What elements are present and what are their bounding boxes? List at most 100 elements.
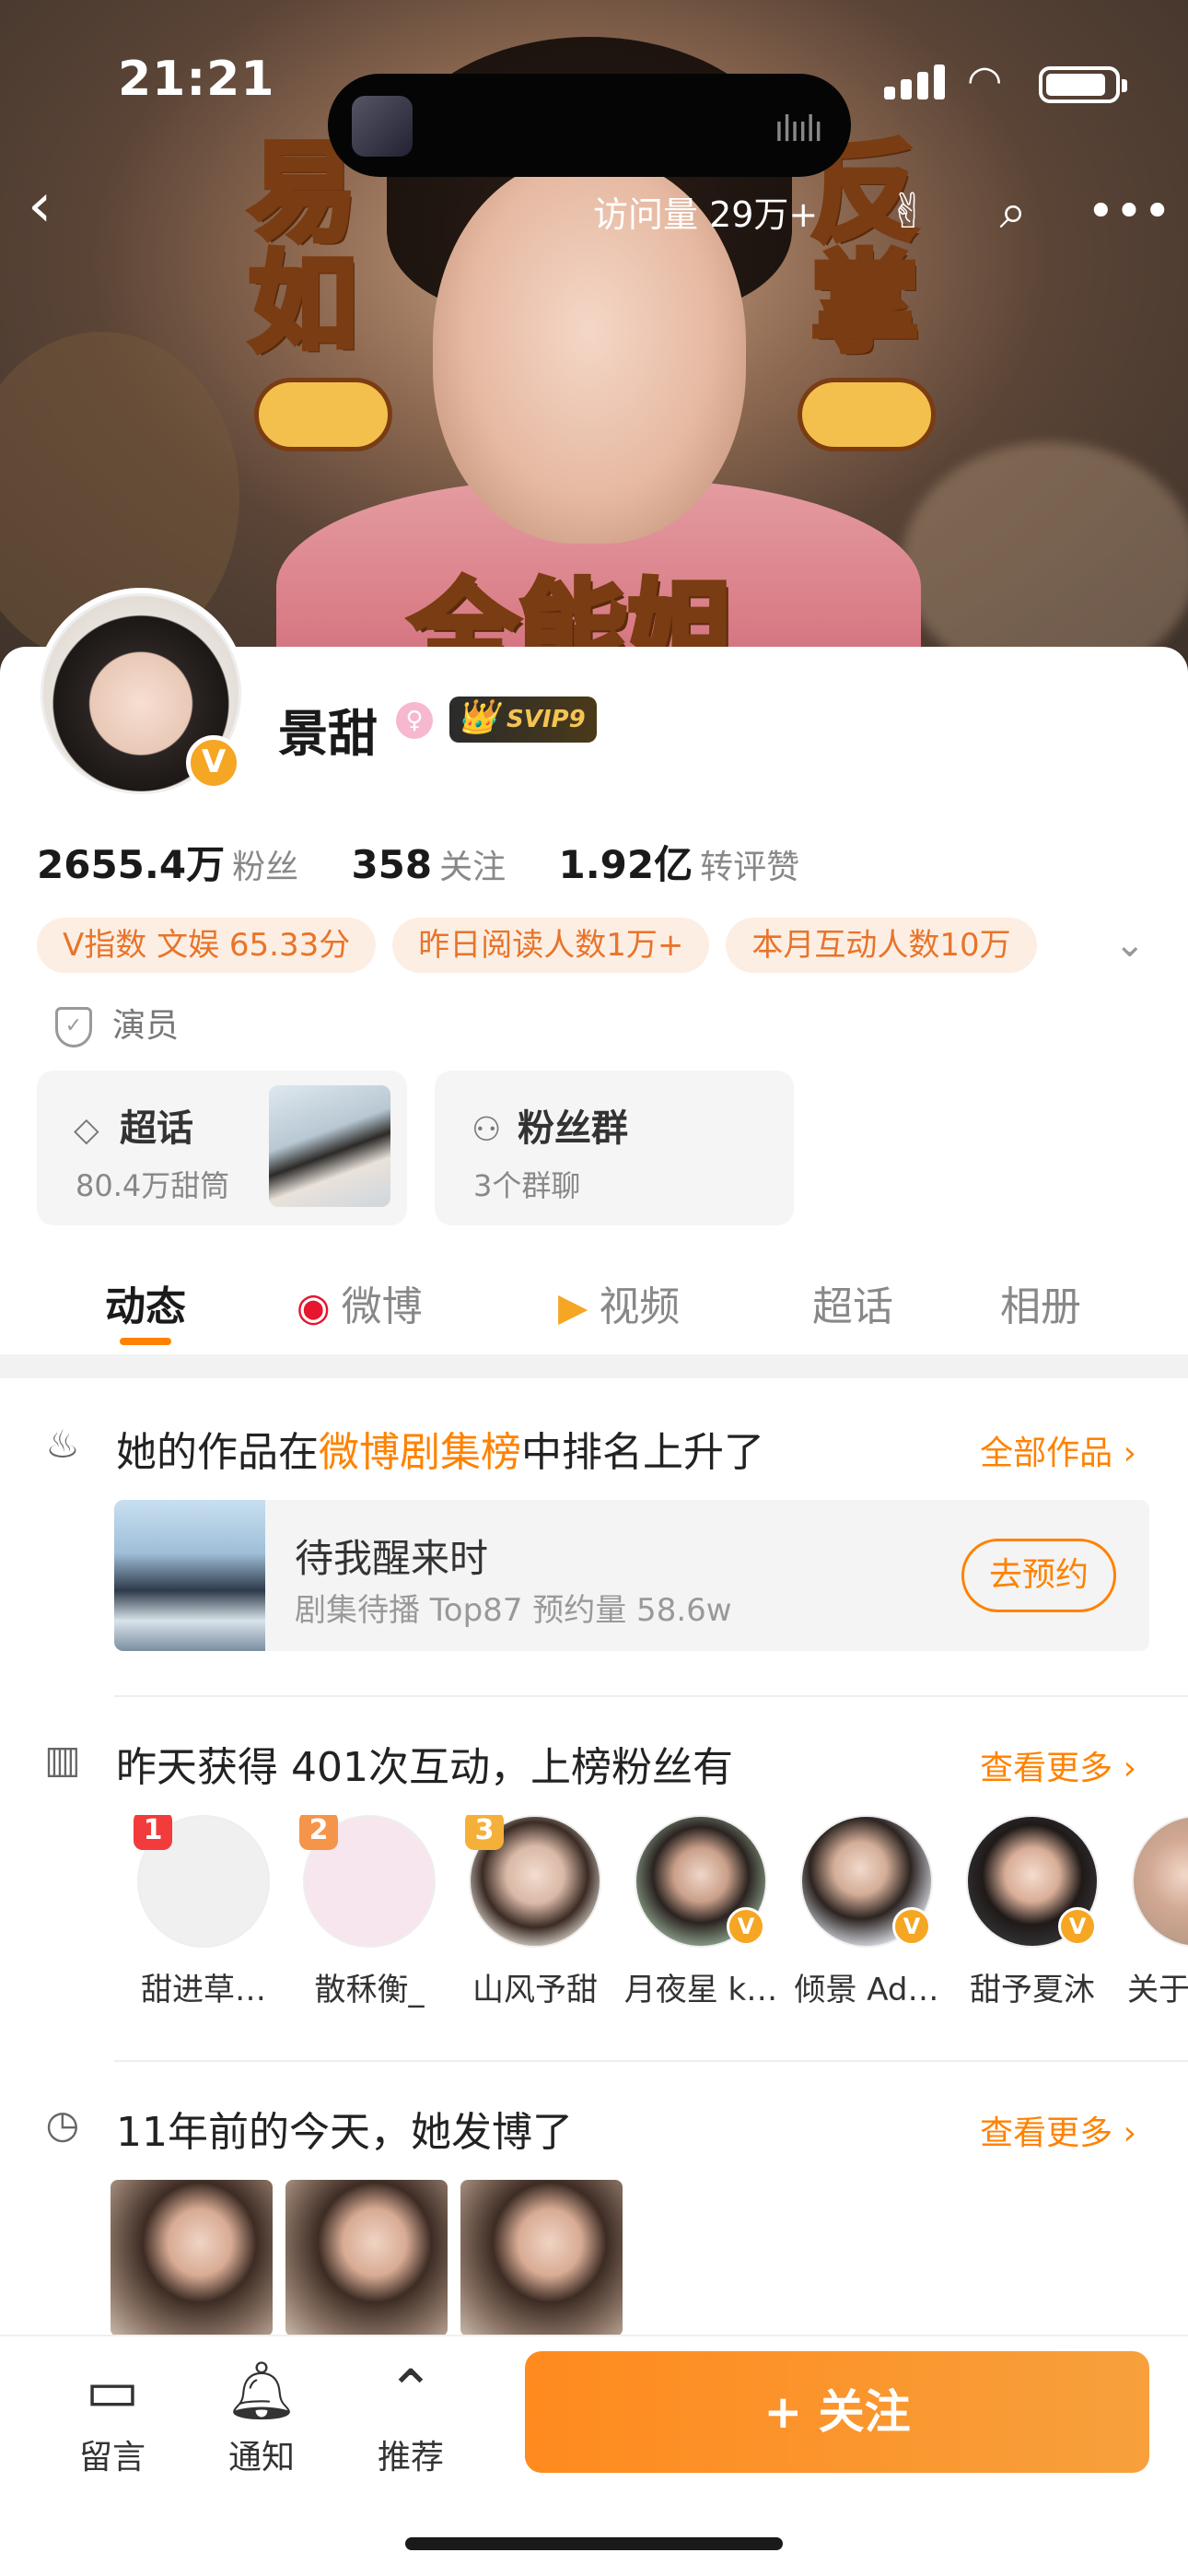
section-separator [0, 1354, 1188, 1378]
fan-item[interactable]: 2 散秝衡_ [291, 1815, 448, 2009]
back-chevron-icon[interactable]: ‹ [28, 175, 92, 240]
all-works-link[interactable]: 全部作品 › [980, 1426, 1136, 1474]
fan-item[interactable]: 1 甜进草… [125, 1815, 282, 2009]
home-indicator [405, 2537, 783, 2550]
recommend-label: 推荐 [377, 2439, 444, 2476]
cellular-signal-icon [884, 64, 950, 100]
tab-label: 动态 [105, 1283, 186, 1330]
tab-label: 超话 [812, 1283, 893, 1330]
identity-label: 演员 [112, 1007, 180, 1045]
more-icon[interactable]: ••• [1087, 179, 1171, 245]
fan-name: 山风予甜 [472, 1972, 598, 2008]
fan-avatar: 2 [299, 1815, 436, 1948]
audio-wave-icon: ılıılı [774, 109, 823, 149]
fan-avatar: V [800, 1815, 933, 1948]
fangroup-card[interactable]: ⚇ 粉丝群 3个群聊 [435, 1071, 794, 1225]
search-icon[interactable]: ⌕ [980, 179, 1046, 245]
memory-section-title: 11年前的今天，她发博了 [116, 2109, 573, 2156]
notify-button[interactable]: 🔔︎ 通知 [206, 2355, 317, 2478]
dynamic-island[interactable]: ılıılı [328, 74, 851, 177]
profile-stats: 2655.4万 粉丝 358 关注 1.92亿 转评赞 [37, 834, 840, 890]
message-button[interactable]: ▭ 留言 [57, 2355, 168, 2478]
follow-button[interactable]: + 关注 [525, 2351, 1149, 2473]
supertopic-card[interactable]: ◇ 超话 80.4万甜筒 [37, 1071, 407, 1225]
rank-badge: 1 [134, 1815, 172, 1850]
followers-stat[interactable]: 2655.4万 粉丝 [37, 834, 298, 890]
banner-background-shape [903, 442, 1188, 682]
weibo-icon: ◉ [297, 1284, 331, 1329]
reads-tag[interactable]: 昨日阅读人数1万+ [392, 918, 710, 973]
stat-value: 1.92亿 [558, 842, 693, 887]
svip-badge[interactable]: SVIP9 [449, 695, 597, 743]
profile-tags: V指数 文娱 65.33分 昨日阅读人数1万+ 本月互动人数10万 [37, 918, 1054, 973]
fan-item[interactable]: V 倾景 Ad… [788, 1815, 945, 2009]
supertopic-title-text: 超话 [120, 1107, 193, 1150]
tab-label: 相册 [1000, 1283, 1081, 1330]
fan-avatar: 3 [465, 1815, 601, 1948]
status-bar: 21:21 ılıılı ◠ [0, 46, 1188, 177]
wifi-icon: ◠ [967, 57, 1003, 104]
fan-avatar: V [966, 1815, 1099, 1948]
fan-name: 倾景 Ad… [794, 1972, 939, 2008]
now-playing-thumbnail [352, 96, 413, 157]
fan-avatar [1132, 1815, 1188, 1948]
drama-title: 待我醒来时 [295, 1536, 489, 1581]
fangroup-title-text: 粉丝群 [518, 1107, 628, 1150]
bell-plus-icon: 🔔︎ [225, 2357, 298, 2424]
group-icon: ⚇ [472, 1111, 502, 1149]
fist-emoji-icon [798, 378, 936, 451]
stat-label: 关注 [439, 849, 507, 886]
video-icon: ▶ [558, 1284, 588, 1329]
memory-more-link[interactable]: 查看更多 › [980, 2106, 1136, 2154]
tab-weibo[interactable]: ◉ 微博 [297, 1273, 423, 1332]
active-tab-indicator [120, 1338, 171, 1345]
rank-badge: 3 [465, 1815, 504, 1850]
drama-poster [114, 1500, 265, 1651]
fire-icon: ♨ [45, 1422, 80, 1467]
clock-icon: ◷ [45, 2102, 80, 2147]
interaction-section-title: 昨天获得 401次互动，上榜粉丝有 [116, 1744, 733, 1791]
likes-stat[interactable]: 1.92亿 转评赞 [559, 834, 800, 890]
memory-photo[interactable] [111, 2180, 273, 2336]
verified-v-icon: V [1058, 1907, 1097, 1946]
cheer-hands-icon[interactable]: ✌ [875, 179, 941, 245]
memory-photo[interactable] [460, 2180, 623, 2336]
tab-video[interactable]: ▶ 视频 [558, 1273, 680, 1332]
tab-feed[interactable]: 动态 [105, 1273, 186, 1332]
shield-icon: ✓ [55, 1007, 92, 1048]
identity-row: ✓ 演员 [55, 999, 179, 1048]
supertopic-title: ◇ 超话 [74, 1098, 193, 1152]
drama-chart-link[interactable]: 微博剧集榜 [319, 1429, 521, 1476]
stat-label: 粉丝 [232, 849, 299, 886]
fan-item[interactable]: 关于甜 [1120, 1815, 1188, 2009]
fan-item[interactable]: V 甜予夏沐 [954, 1815, 1111, 2009]
fan-item[interactable]: 3 山风予甜 [457, 1815, 613, 2009]
tab-label: 微博 [341, 1283, 423, 1330]
interactions-tag[interactable]: 本月互动人数10万 [726, 918, 1037, 973]
fan-item[interactable]: V 月夜星 k… [623, 1815, 779, 2009]
verified-v-icon: V [186, 735, 241, 790]
rank-badge: 2 [299, 1815, 338, 1850]
drama-sub: 剧集待播 Top87 预约量 58.6w [295, 1592, 732, 1629]
avatar[interactable]: V [35, 588, 247, 800]
recommend-button[interactable]: ⌃ 推荐 [355, 2355, 466, 2478]
title-text: 她的作品在 [116, 1429, 319, 1476]
divider [114, 1695, 1188, 1697]
memory-photo[interactable] [285, 2180, 448, 2336]
battery-icon [1039, 66, 1127, 103]
divider [114, 2060, 1188, 2062]
female-gender-icon: ♀ [396, 702, 433, 739]
reserve-button[interactable]: 去预约 [961, 1539, 1116, 1612]
v-index-tag[interactable]: V指数 文娱 65.33分 [37, 918, 377, 973]
tab-supertopic[interactable]: 超话 [812, 1273, 893, 1332]
tab-label: 视频 [599, 1283, 681, 1330]
interaction-more-link[interactable]: 查看更多 › [980, 1741, 1136, 1789]
drama-card[interactable]: 待我醒来时 剧集待播 Top87 预约量 58.6w 去预约 [114, 1500, 1149, 1651]
stat-label: 转评赞 [700, 849, 800, 886]
following-stat[interactable]: 358 关注 [351, 840, 506, 888]
diamond-icon: ◇ [74, 1111, 99, 1149]
bar-chart-icon: ▥ [44, 1737, 81, 1782]
chevron-down-icon[interactable]: ⌄ [1114, 923, 1146, 966]
fan-name: 月夜星 k… [623, 1972, 778, 2008]
tab-album[interactable]: 相册 [1000, 1273, 1081, 1332]
